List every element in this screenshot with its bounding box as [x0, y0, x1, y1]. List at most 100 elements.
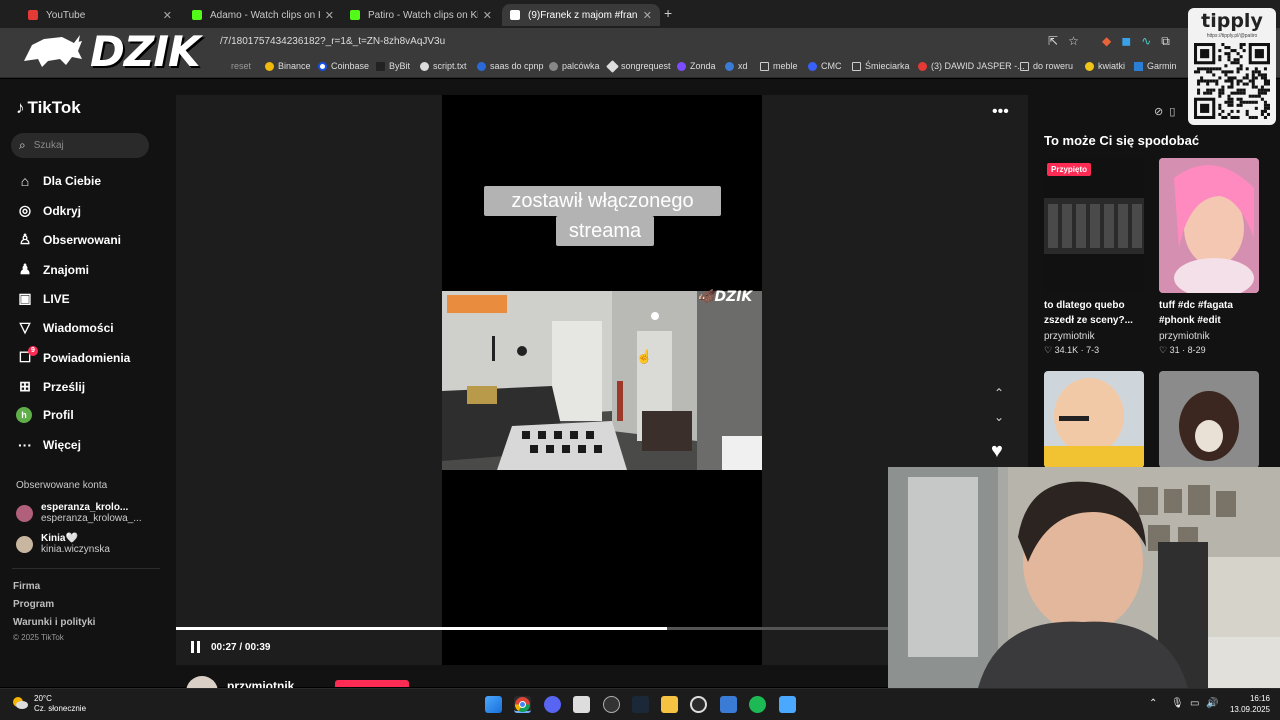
rec-meta: ♡ 34.1K · 7-3: [1044, 345, 1100, 355]
microphone-icon[interactable]: 🎙: [1171, 698, 1184, 709]
compass-icon: ◎: [18, 202, 32, 218]
webcam-overlay: [888, 467, 1280, 688]
chevron-up-icon[interactable]: ⌃: [994, 386, 1004, 400]
more-options-icon[interactable]: •••: [992, 103, 1009, 121]
nav-profil[interactable]: h Profil: [16, 407, 74, 423]
close-icon[interactable]: ✕: [643, 9, 652, 22]
display-icon[interactable]: ▭: [1190, 698, 1199, 709]
footer-link-program[interactable]: Program: [13, 599, 54, 610]
pause-icon[interactable]: [191, 641, 200, 653]
app-icon[interactable]: [573, 696, 590, 713]
rec-user[interactable]: przymiotnik: [1044, 331, 1095, 342]
tray-chevron-icon[interactable]: ⌃: [1149, 698, 1157, 709]
extension-icon[interactable]: ◆: [1102, 34, 1111, 49]
rec-thumbnail[interactable]: [1159, 371, 1259, 468]
rec-title[interactable]: tuff #dc #fagata #phonk #edit: [1159, 298, 1269, 328]
extensions-puzzle-icon[interactable]: ⧉: [1161, 34, 1170, 49]
cmc-icon: [808, 61, 817, 71]
system-clock[interactable]: 16:16 13.09.2025: [1226, 693, 1270, 715]
browser-tab-youtube[interactable]: YouTube ✕: [20, 4, 180, 26]
bookmark-folder-meble[interactable]: meble: [760, 61, 798, 71]
bookmark-bybit[interactable]: ByBit: [376, 61, 410, 71]
close-icon[interactable]: ✕: [325, 9, 334, 22]
close-icon[interactable]: ✕: [163, 9, 172, 22]
footer-link-firma[interactable]: Firma: [13, 581, 40, 592]
rec-user[interactable]: przymiotnik: [1159, 331, 1210, 342]
nav-przeslij[interactable]: ⊞ Prześlij: [16, 378, 85, 395]
extension-icon[interactable]: ◼: [1121, 34, 1131, 49]
bookmark-kwiatki[interactable]: kwiatki: [1085, 61, 1125, 71]
like-heart-icon[interactable]: ♥: [991, 440, 1003, 463]
coin-icon[interactable]: ⊘: [1154, 106, 1163, 118]
tiktok-logo[interactable]: ♪ TikTok: [16, 98, 81, 118]
browser-tab-adamo[interactable]: Adamo - Watch clips on Kick ✕: [184, 4, 342, 26]
ccleaner-icon[interactable]: [690, 696, 707, 713]
weather-widget[interactable]: 20°C Cz. słonecznie: [34, 694, 86, 714]
nav-znajomi[interactable]: ♟ Znajomi: [16, 261, 89, 278]
nav-odkryj[interactable]: ◎ Odkryj: [16, 202, 81, 219]
nav-wiecej[interactable]: ··· Więcej: [16, 437, 81, 453]
bookmark-cmc[interactable]: CMC: [808, 61, 842, 71]
video-frame-room: [442, 291, 762, 470]
more-icon: ···: [18, 437, 32, 453]
nav-live[interactable]: ▣ LIVE: [16, 290, 69, 307]
rec-thumbnail[interactable]: [1159, 158, 1259, 293]
weather-cloud-icon[interactable]: [12, 696, 28, 710]
video-progress-fill: [176, 627, 667, 630]
new-tab-button[interactable]: +: [664, 5, 672, 21]
browser-tab-tiktok[interactable]: (9)Franek z majom #franio ✕: [502, 4, 660, 26]
bookmark-script[interactable]: script.txt: [420, 61, 467, 71]
rec-thumbnail[interactable]: [1044, 158, 1144, 293]
followed-account[interactable]: esperanza_krolo... esperanza_krolowa_...: [16, 502, 142, 524]
kick-favicon-icon: [192, 10, 202, 20]
volume-icon[interactable]: 🔊: [1206, 698, 1218, 709]
bookmark-saas[interactable]: saas do cpnp: [477, 61, 544, 71]
followed-account[interactable]: Kinia🤍 kinia.wiczynska: [16, 533, 110, 555]
discord-icon[interactable]: [544, 696, 561, 713]
bookmark-garmin[interactable]: Garmin: [1134, 61, 1177, 71]
folder-icon: [760, 61, 769, 71]
app-icon[interactable]: [720, 696, 737, 713]
nav-dla-ciebie[interactable]: ⌂ Dla Ciebie: [16, 173, 101, 189]
file-explorer-icon[interactable]: [661, 696, 678, 713]
bookmark-xd[interactable]: xd: [725, 61, 748, 71]
mouse-cursor-icon: ☝: [636, 349, 653, 364]
bookmark-dawid[interactable]: (3) DAWID JASPER -...: [918, 61, 1025, 71]
copyright: © 2025 TikTok: [13, 633, 64, 642]
folder-icon: [852, 61, 861, 71]
install-icon[interactable]: ⇱: [1048, 34, 1058, 48]
bookmark-binance[interactable]: Binance: [265, 61, 311, 71]
close-icon[interactable]: ✕: [483, 9, 492, 22]
chevron-down-icon[interactable]: ⌄: [994, 410, 1004, 424]
bookmark-coinbase[interactable]: Coinbase: [318, 61, 369, 71]
video-caption-line1: zostawił włączonego: [484, 186, 721, 216]
youtube-icon: [918, 61, 927, 71]
obs-icon[interactable]: [603, 696, 620, 713]
bookmark-partial[interactable]: reset: [231, 61, 251, 71]
chrome-icon[interactable]: [514, 696, 531, 713]
tipply-qr-card: tipply https://tipply.pl/@patiro: [1188, 8, 1276, 125]
bookmark-songrequest[interactable]: songrequest: [606, 59, 671, 73]
rec-thumbnail[interactable]: [1044, 371, 1144, 468]
dzik-logo: DZIK: [22, 24, 232, 78]
windows-start-icon[interactable]: [485, 696, 502, 713]
search-input[interactable]: ⌕ Szukaj: [11, 133, 149, 158]
follow-button[interactable]: [335, 680, 409, 687]
device-icon[interactable]: ▯: [1169, 106, 1175, 118]
bookmark-folder-smieciarka[interactable]: Śmieciarka: [852, 61, 910, 71]
nav-wiadomosci[interactable]: ▽ Wiadomości: [16, 319, 114, 336]
browser-tab-patiro[interactable]: Patiro - Watch clips on Kick ✕: [342, 4, 500, 26]
url-field[interactable]: /7/1801757434236182?_r=1&_t=ZN-8zh8vAqJV…: [220, 36, 445, 47]
bookmark-zonda[interactable]: Zonda: [677, 61, 716, 71]
bookmark-palcowka[interactable]: palcówka: [549, 61, 600, 71]
bookmark-star-icon[interactable]: ☆: [1068, 34, 1079, 48]
bookmark-folder-do-roweru[interactable]: do roweru: [1020, 61, 1073, 71]
rec-title[interactable]: to dlatego quebo zszedł ze sceny?...: [1044, 298, 1154, 328]
footer-link-terms[interactable]: Warunki i polityki: [13, 617, 95, 628]
steam-icon[interactable]: [632, 696, 649, 713]
notepad-icon[interactable]: [779, 696, 796, 713]
live-icon: ▣: [18, 290, 32, 306]
nav-obserwowani[interactable]: ♙ Obserwowani: [16, 231, 121, 248]
spotify-icon[interactable]: [749, 696, 766, 713]
extension-icon[interactable]: ∿: [1141, 34, 1151, 49]
